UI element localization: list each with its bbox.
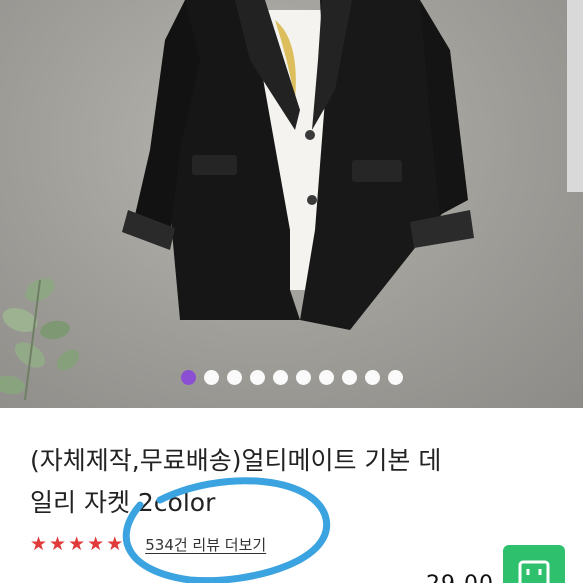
title-line-1: (자체제작,무료배송)얼티메이트 기본 데 bbox=[30, 446, 442, 475]
chat-icon bbox=[518, 560, 550, 583]
carousel-dot[interactable] bbox=[295, 370, 311, 385]
carousel-dot[interactable] bbox=[226, 370, 242, 385]
carousel-dot[interactable] bbox=[387, 370, 403, 385]
star-half-icon: ★ bbox=[106, 533, 124, 555]
star-rating: ★ ★ ★ ★ ★ bbox=[30, 534, 123, 554]
carousel-dot[interactable] bbox=[341, 370, 357, 385]
carousel-dot[interactable] bbox=[180, 370, 196, 385]
carousel-dot[interactable] bbox=[364, 370, 380, 385]
star-icon: ★ bbox=[68, 533, 86, 555]
star-icon: ★ bbox=[49, 533, 67, 555]
price: 29,00 bbox=[426, 572, 494, 583]
review-more-link[interactable]: 534건 리뷰 더보기 bbox=[145, 534, 266, 555]
carousel-dot[interactable] bbox=[272, 370, 288, 385]
side-strip bbox=[567, 0, 583, 192]
product-title: (자체제작,무료배송)얼티메이트 기본 데 일리 자켓 2color bbox=[30, 440, 530, 524]
product-image[interactable] bbox=[0, 0, 583, 408]
star-icon: ★ bbox=[30, 533, 48, 555]
title-line-2: 일리 자켓 2color bbox=[30, 488, 216, 517]
carousel-dot[interactable] bbox=[249, 370, 265, 385]
jacket-photo bbox=[0, 0, 474, 401]
rating-row: ★ ★ ★ ★ ★ 534건 리뷰 더보기 bbox=[30, 532, 266, 556]
chat-button[interactable] bbox=[503, 545, 565, 583]
carousel-dot[interactable] bbox=[318, 370, 334, 385]
carousel-indicator[interactable] bbox=[0, 370, 583, 386]
carousel-dot[interactable] bbox=[203, 370, 219, 385]
star-icon: ★ bbox=[87, 533, 105, 555]
